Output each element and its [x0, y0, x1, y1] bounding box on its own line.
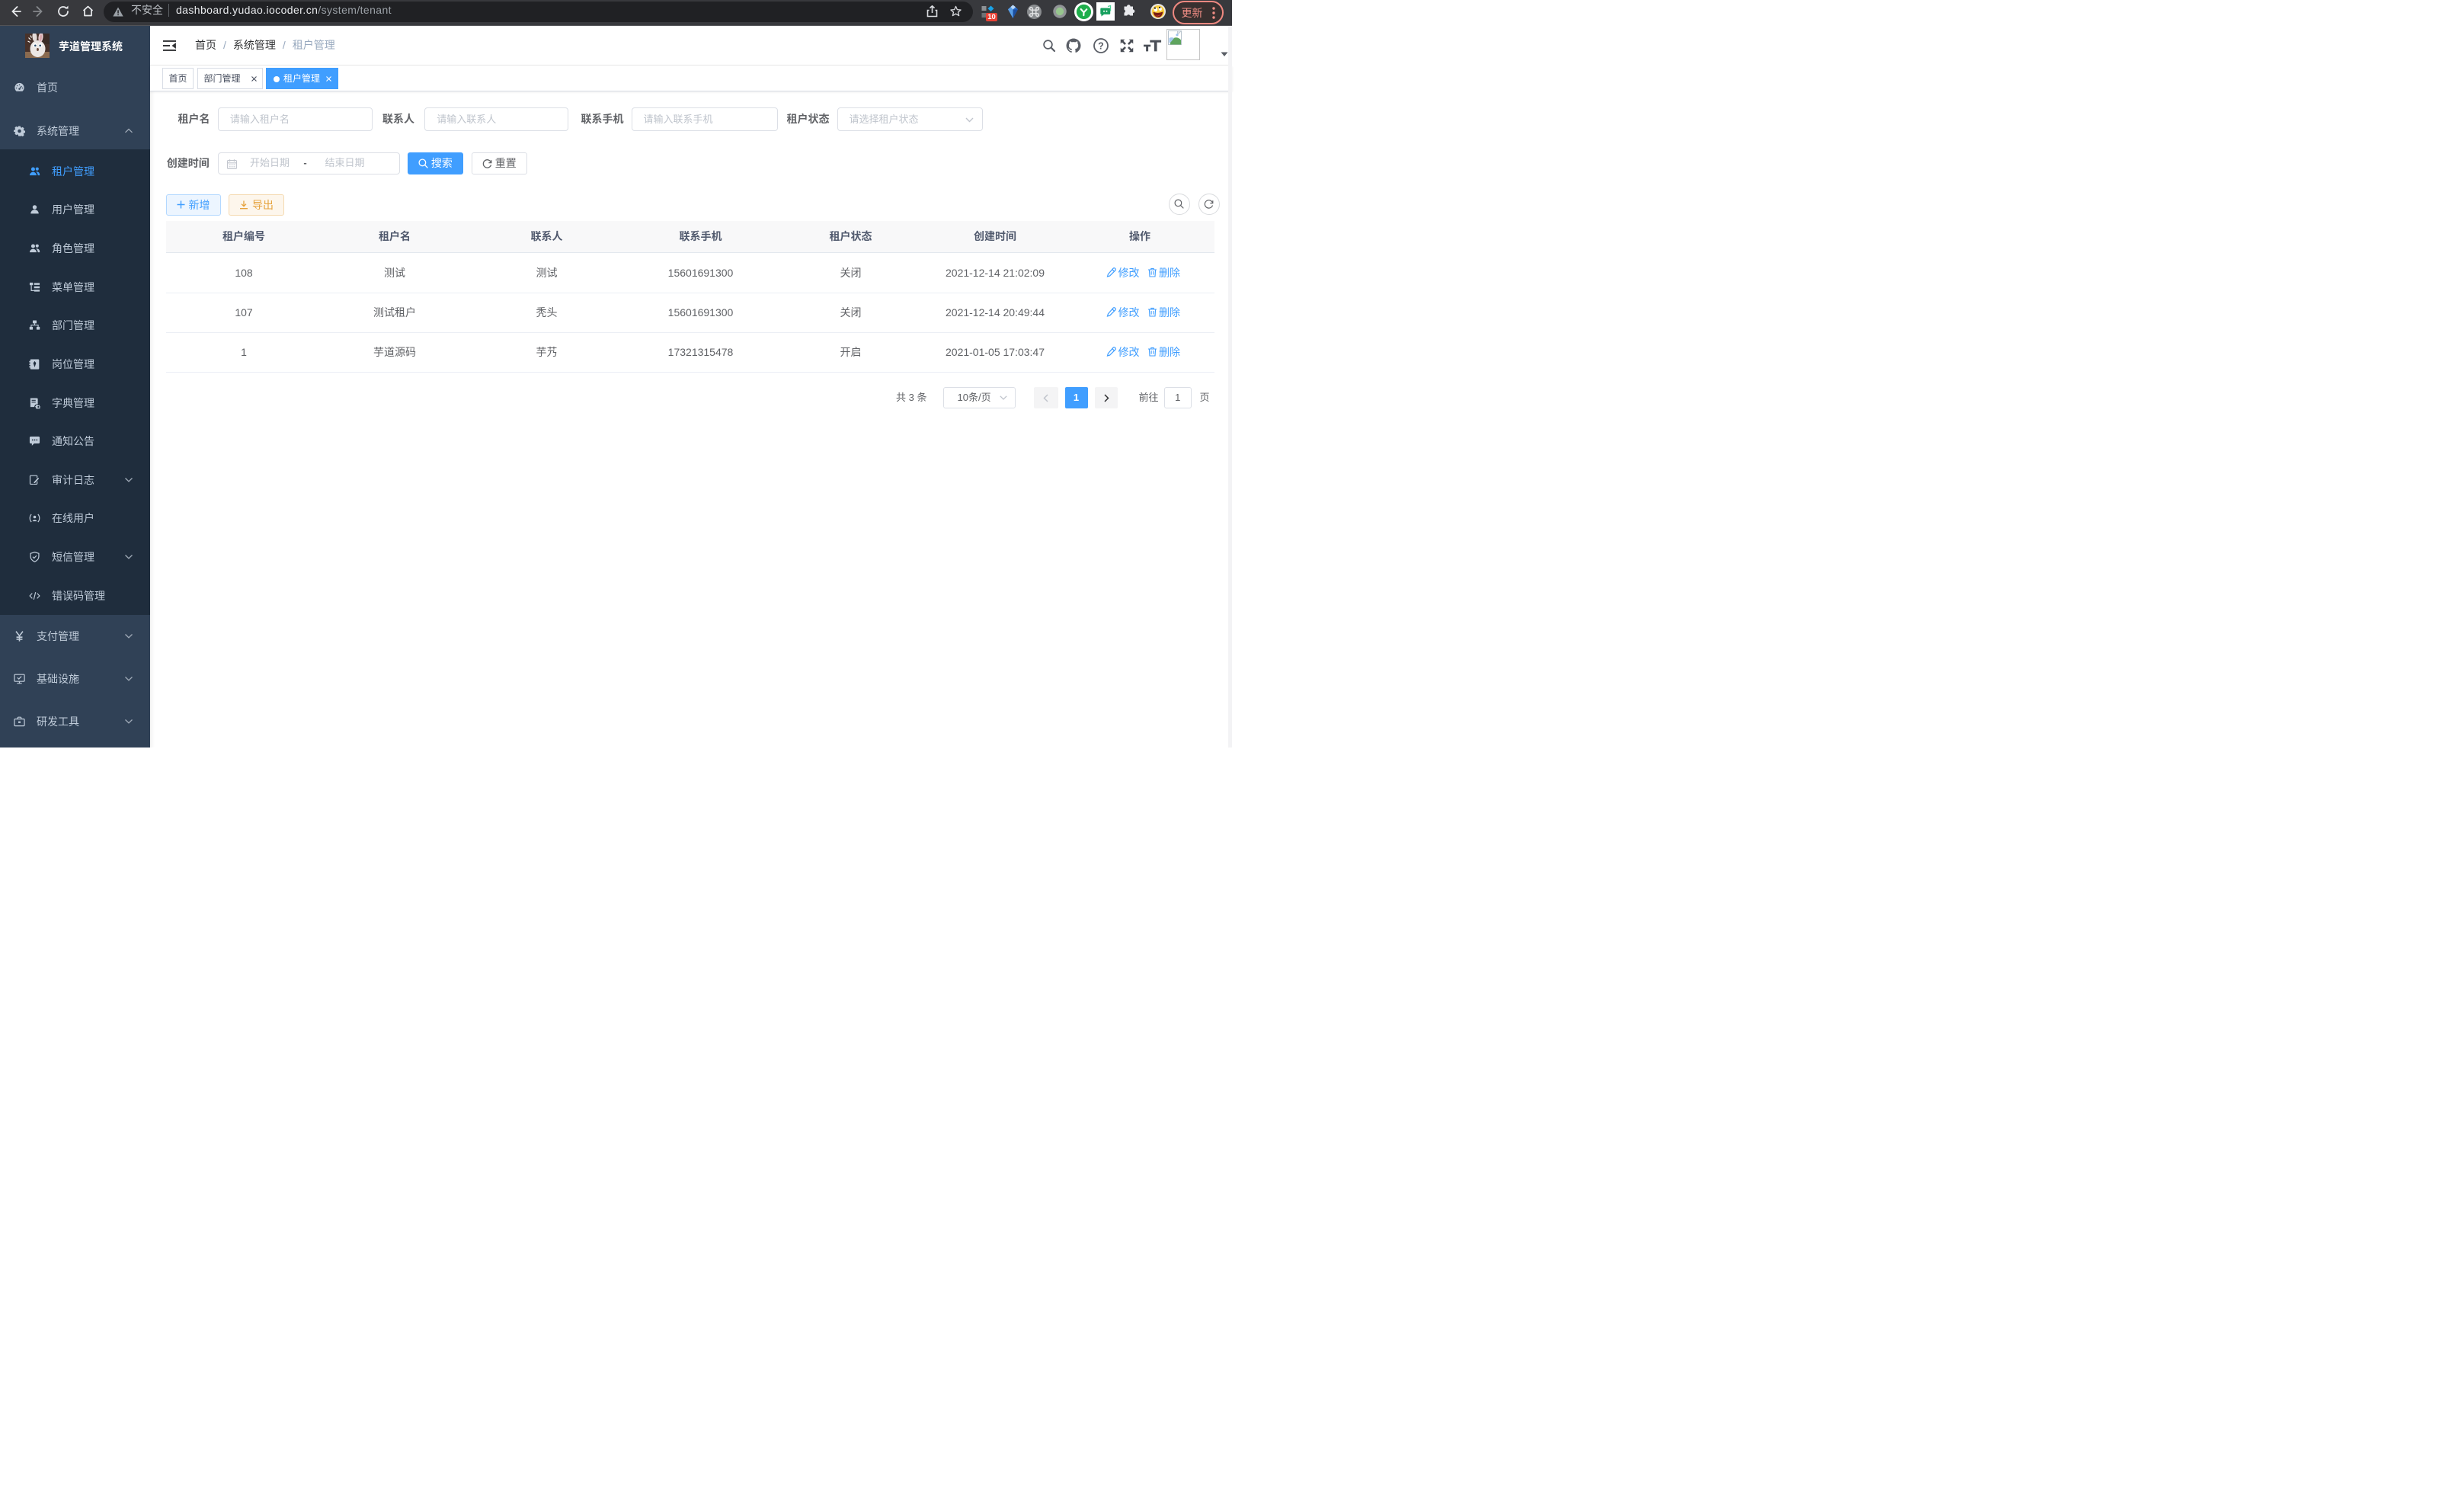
svg-text:?: ? [1098, 40, 1104, 51]
